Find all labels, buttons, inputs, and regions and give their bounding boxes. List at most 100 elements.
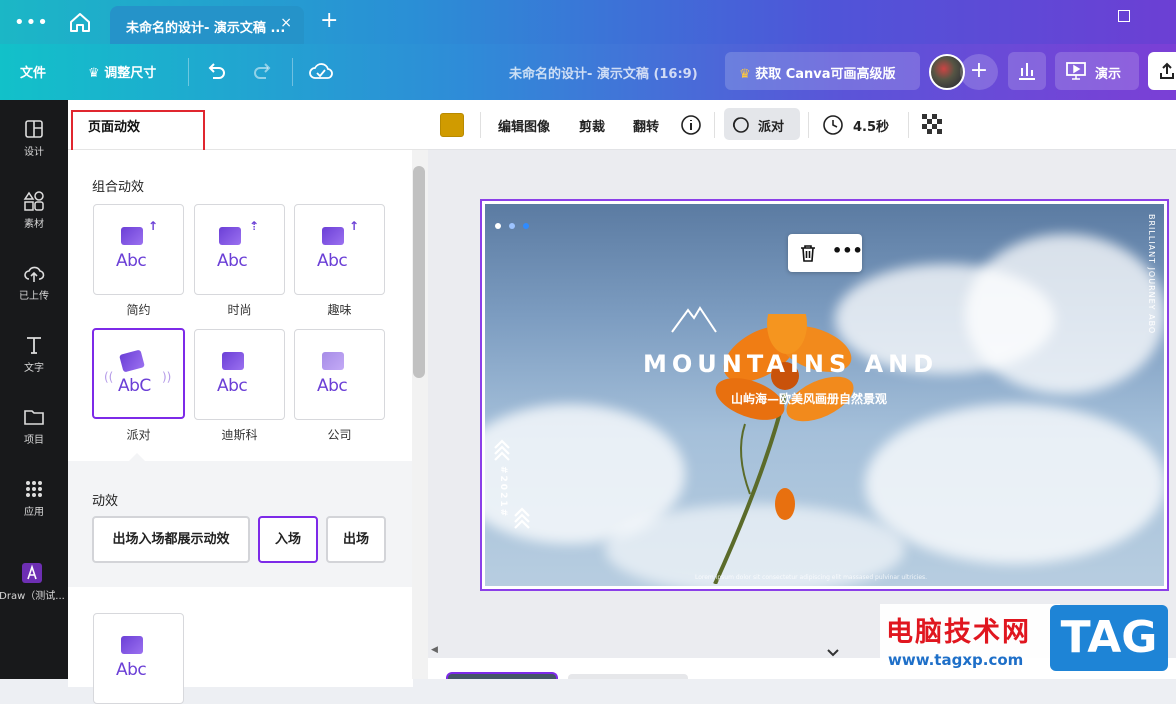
effect-both-button[interactable]: 出场入场都展示动效	[92, 516, 250, 563]
text-icon	[27, 337, 41, 354]
more-section: Abc	[68, 587, 413, 704]
sidebar-item-uploads[interactable]: 已上传	[0, 262, 68, 302]
context-toolbar: 编辑图像 剪裁 翻转 派对 4.5秒	[428, 100, 1176, 150]
sidebar-item-label: 已上传	[19, 291, 49, 302]
trash-icon[interactable]	[798, 243, 818, 263]
home-icon[interactable]	[68, 11, 92, 33]
panel-scroll-thumb[interactable]	[413, 166, 425, 378]
scroll-left-icon[interactable]: ◀	[431, 645, 438, 655]
toolbar-divider	[714, 112, 715, 138]
info-icon[interactable]	[680, 114, 702, 136]
slide-subtitle[interactable]: 山屿海—欧美风画册自然景观	[731, 390, 887, 407]
sidebar-item-design[interactable]: 设计	[0, 118, 68, 158]
image-icon	[322, 352, 344, 370]
card-label: 公司	[327, 428, 352, 442]
clock-icon[interactable]	[822, 114, 844, 136]
tab-title: 未命名的设计- 演示文稿 ...	[126, 21, 286, 36]
sidebar-item-draw[interactable]: Draw（测试...	[0, 562, 70, 602]
animation-card-extra[interactable]: Abc	[93, 613, 184, 704]
slide-year[interactable]: #2021#	[498, 466, 508, 518]
effect-exit-button[interactable]: 出场	[326, 516, 386, 563]
animation-card-corporate[interactable]: Abc	[294, 329, 385, 420]
sidebar-item-label: Draw（测试...	[0, 591, 65, 602]
document-title[interactable]: 未命名的设计- 演示文稿 (16:9)	[509, 63, 698, 82]
slide-vertical-text[interactable]: BRILLIANT JOURNEY ABO	[1147, 214, 1156, 334]
card-label: 派对	[126, 428, 151, 442]
toolbar-divider	[908, 112, 909, 138]
new-tab-button[interactable]: +	[320, 8, 338, 33]
watermark-site-name: 电脑技术网	[886, 617, 1031, 648]
undo-icon[interactable]	[205, 60, 227, 82]
flip-button[interactable]: 翻转	[633, 116, 659, 135]
animate-icon	[732, 117, 749, 133]
animation-card-stylish[interactable]: ⇡ Abc	[194, 204, 285, 295]
watermark-url: www.tagxp.com	[888, 651, 1024, 669]
animation-button[interactable]: 派对	[724, 108, 800, 140]
folder-icon	[24, 410, 44, 425]
toolbar-divider	[188, 58, 189, 86]
color-swatch[interactable]	[440, 113, 464, 137]
animation-card-fun[interactable]: ↑ Abc	[294, 204, 385, 295]
dot-icon	[509, 223, 515, 229]
add-collaborator-button[interactable]: +	[960, 54, 998, 90]
mountain-logo-icon	[671, 306, 717, 333]
element-popup: •••	[788, 234, 863, 272]
get-pro-button[interactable]: ♛ 获取 Canva可画高级版	[725, 52, 920, 90]
image-icon	[121, 636, 143, 654]
card-label: 时尚	[227, 303, 252, 317]
pro-label: 获取 Canva可画高级版	[755, 67, 896, 82]
layout-icon	[25, 120, 43, 138]
animation-card-party[interactable]: (( )) AbC	[92, 328, 185, 419]
animation-card-simple[interactable]: ↑ Abc	[93, 204, 184, 295]
more-options-icon[interactable]: •••	[832, 241, 863, 260]
card-preview-text: AbC	[118, 376, 151, 396]
apps-grid-icon	[26, 481, 42, 497]
sidebar-item-elements[interactable]: 素材	[0, 190, 68, 230]
duration-button[interactable]: 4.5秒	[853, 116, 889, 135]
slide-footer-text[interactable]: Lorem ipsum dolor sit consectetur adipis…	[695, 574, 927, 581]
card-preview-text: Abc	[317, 251, 348, 271]
redo-icon[interactable]	[252, 60, 274, 82]
page-thumbnail[interactable]	[446, 672, 558, 679]
crop-button[interactable]: 剪裁	[579, 116, 605, 135]
share-icon	[1160, 62, 1174, 79]
sidebar-item-text[interactable]: 文字	[0, 334, 68, 374]
sidebar-item-apps[interactable]: 应用	[0, 478, 68, 518]
combo-section-label: 组合动效	[92, 180, 145, 195]
edit-image-button[interactable]: 编辑图像	[498, 116, 550, 135]
page-thumbnail[interactable]	[568, 674, 688, 679]
slide-title[interactable]: MOUNTAINS AND	[643, 350, 938, 378]
card-label: 趣味	[327, 303, 352, 317]
animation-panel: 页面动效 组合动效 ↑ Abc 简约 ⇡ Abc 时尚 ↑ Abc 趣味 ((	[68, 100, 428, 704]
window-control-icon[interactable]	[1118, 10, 1130, 22]
upload-cloud-icon	[24, 266, 45, 282]
effect-enter-button[interactable]: 入场	[258, 516, 318, 563]
cloud-shape	[965, 234, 1164, 394]
present-button[interactable]: 演示	[1055, 52, 1139, 90]
sidebar-item-label: 素材	[24, 219, 44, 230]
card-label: 迪斯科	[221, 428, 258, 442]
insights-button[interactable]	[1008, 52, 1046, 90]
more-dots-icon[interactable]: •••	[14, 12, 49, 33]
sidebar-item-label: 应用	[24, 507, 44, 518]
effect-section-label: 动效	[92, 494, 119, 509]
sidebar-item-label: 文字	[24, 363, 44, 374]
close-tab-icon[interactable]: ×	[280, 15, 292, 31]
crown-icon: ♛	[739, 67, 756, 82]
card-preview-text: Abc	[116, 251, 147, 271]
panel-header: 页面动效	[68, 100, 428, 159]
document-tab[interactable]: 未命名的设计- 演示文稿 ... ×	[110, 6, 304, 44]
share-button[interactable]	[1148, 52, 1176, 90]
dot-icon	[523, 223, 529, 229]
card-preview-text: Abc	[217, 376, 248, 396]
checkerboard-icon[interactable]	[922, 114, 942, 134]
motion-lines-icon: ((	[104, 370, 114, 384]
resize-button[interactable]: ♛ 调整尺寸	[88, 62, 156, 81]
file-menu-button[interactable]: 文件	[20, 62, 46, 81]
cloud-saved-icon[interactable]	[308, 59, 334, 83]
chevron-down-icon[interactable]	[826, 648, 840, 658]
animation-card-disco[interactable]: Abc	[194, 329, 285, 420]
arrow-up-icon: ↑	[148, 219, 159, 233]
sidebar-item-projects[interactable]: 项目	[0, 406, 68, 446]
watermark-tag-logo: TAG	[1050, 605, 1168, 671]
